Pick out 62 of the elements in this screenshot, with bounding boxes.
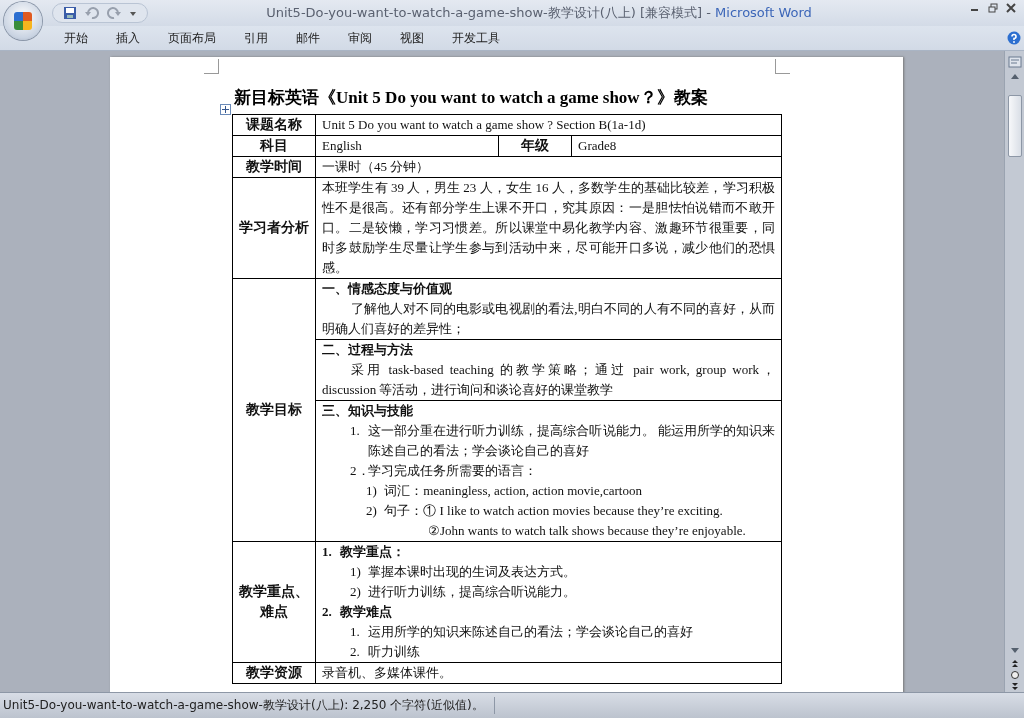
scrollbar-thumb[interactable] xyxy=(1008,95,1022,157)
list-number: 2. xyxy=(322,603,333,621)
margin-mark xyxy=(775,59,790,74)
document-title: 新目标英语《Unit 5 Do you want to watch a game show？》教案 xyxy=(234,87,709,109)
list-number: 2. xyxy=(350,643,361,661)
ribbon-tab[interactable]: 邮件 xyxy=(282,27,334,49)
restore-icon[interactable] xyxy=(988,3,998,13)
status-text: Unit5-Do-you-want-to-watch-a-game-show-教学设计(八上): 2,250 个字符(近似值)。 xyxy=(3,697,495,714)
ribbon-tab[interactable]: 插入 xyxy=(102,27,154,49)
list-number: 1) xyxy=(366,482,378,500)
row-label: 教学资源 xyxy=(246,664,302,682)
row-label: 教学时间 xyxy=(246,158,302,176)
list-item-text: 听力训练 xyxy=(368,643,421,661)
table-cell-text: 录音机、多媒体课件。 xyxy=(322,665,452,680)
table-cell-text: 本班学生有 39 人，男生 23 人，女生 16 人，多数学生的基础比较差，学习积极性不是很高。还有部分学生上课不开口，究其原因：一是胆怯怕说错而不敢开口。二是较懒，学习习惯差。所以课堂中易化教学内容、激趣环节很重要，同时多鼓励学生尽量让学生参与到活动中来，尽可能开口多说，减少他们的恐惧感。 xyxy=(322,180,775,275)
help-icon[interactable] xyxy=(1007,31,1021,45)
ribbon-tab[interactable]: 视图 xyxy=(386,27,438,49)
list-item-text: 词汇：meaningless, action, action movie,cartoon xyxy=(384,482,642,500)
list-item-text: 运用所学的知识来陈述自己的看法；学会谈论自己的喜好 xyxy=(368,623,694,641)
list-item-text: 这一部分重在进行听力训练，提高综合听说能力。 能运用所学的知识来陈述自己的看法；学会谈论自己的喜好 xyxy=(368,422,775,460)
office-button[interactable] xyxy=(4,2,42,40)
list-number: 2) xyxy=(366,502,378,520)
section-heading: 一、情感态度与价值观 xyxy=(322,280,453,298)
table-cell-text: Grade8 xyxy=(578,138,617,153)
list-number: 1) xyxy=(350,563,362,581)
list-number: 2) xyxy=(350,583,362,601)
margin-mark xyxy=(204,59,219,74)
row-label: 课题名称 xyxy=(246,116,302,134)
list-number: 1. xyxy=(350,422,361,440)
customize-icon[interactable] xyxy=(129,9,137,17)
row-label: 学习者分析 xyxy=(239,219,309,237)
ribbon-tab[interactable]: 引用 xyxy=(230,27,282,49)
list-number: 1. xyxy=(350,623,361,641)
ribbon-tab[interactable]: 开始 xyxy=(50,27,102,49)
ribbon-tab[interactable]: 开发工具 xyxy=(438,27,514,49)
list-item-text: 掌握本课时出现的生词及表达方式。 xyxy=(368,563,577,581)
section-heading: 二、过程与方法 xyxy=(322,341,414,359)
list-heading: 教学难点 xyxy=(340,603,393,621)
list-item-text: 学习完成任务所需要的语言： xyxy=(368,462,538,480)
list-item-text: ②John wants to watch talk shows because they’re enjoyable. xyxy=(428,523,746,538)
ribbon-tab[interactable]: 页面布局 xyxy=(154,27,230,49)
list-number: 2． xyxy=(350,462,369,480)
table-cell-text: English xyxy=(322,138,362,153)
browse-object-icon[interactable] xyxy=(1008,670,1021,680)
save-icon[interactable] xyxy=(63,6,77,20)
close-icon[interactable] xyxy=(1006,3,1016,13)
list-item-text: 进行听力训练，提高综合听说能力。 xyxy=(368,583,577,601)
row-label: 科目 xyxy=(260,137,288,155)
list-heading: 教学重点： xyxy=(340,543,406,561)
list-number: 1. xyxy=(322,543,333,561)
list-item-text: 句子：① I like to watch action movies because they’re exciting. xyxy=(384,502,723,520)
table-cell-text: 一课时（45 分钟） xyxy=(322,159,430,174)
table-cell-text: Unit 5 Do you want to watch a game show ? Section B(1a-1d) xyxy=(322,117,646,132)
row-label: 年级 xyxy=(521,137,549,155)
row-label: 教学重点、难点 xyxy=(239,583,309,621)
ribbon-tab[interactable]: 审阅 xyxy=(334,27,386,49)
table-move-handle-icon[interactable] xyxy=(220,104,231,115)
paragraph: 了解他人对不同的电影或电视剧的看法,明白不同的人有不同的喜好，从而明确人们喜好的差异性； xyxy=(322,300,775,338)
paragraph: 采用 task-based teaching 的教学策略；通过 pair work, group work，discussion 等活动，进行询问和谈论喜好的课堂教学 xyxy=(322,361,775,399)
row-label: 教学目标 xyxy=(246,401,302,419)
window-title: Unit5-Do-you-want-to-watch-a-game-show-教学设计(八上) [兼容模式] - Microsoft Word xyxy=(265,4,813,22)
section-heading: 三、知识与技能 xyxy=(322,402,414,420)
